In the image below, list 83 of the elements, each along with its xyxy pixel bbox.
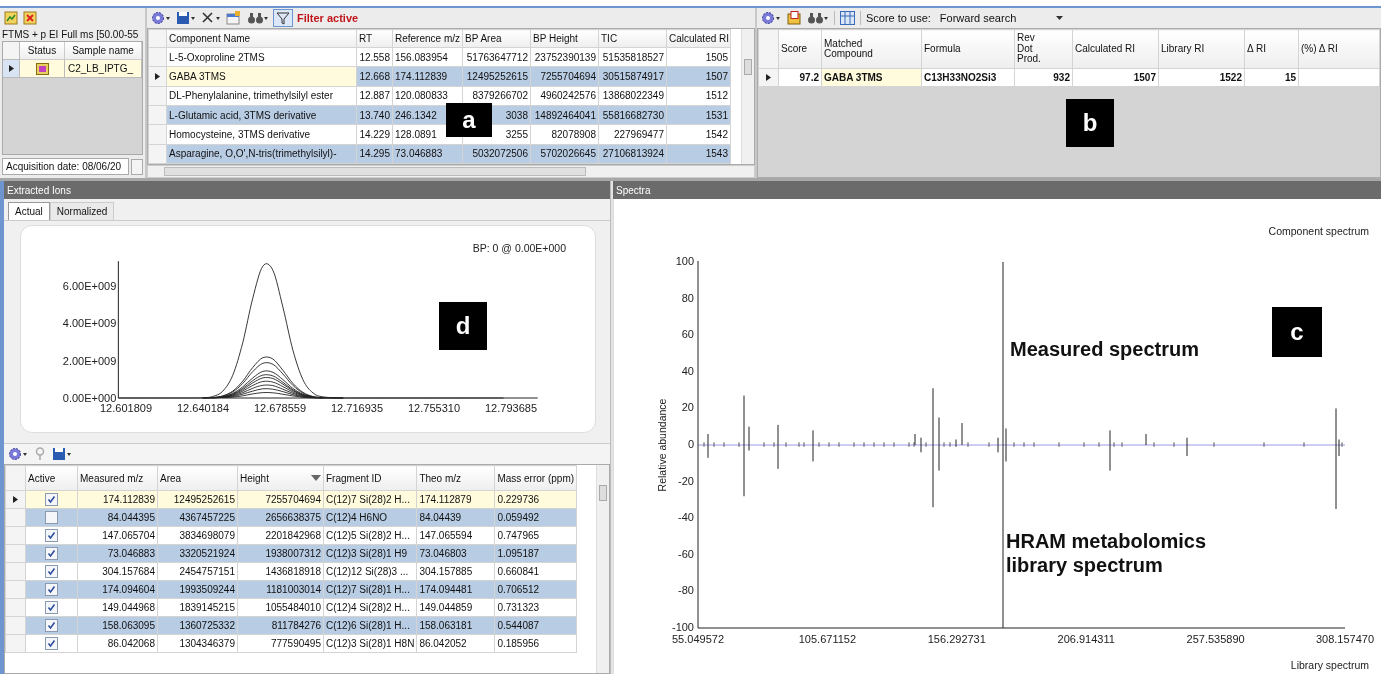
panel-label: c [1272, 307, 1322, 357]
base-peak-label: BP: 0 @ 0.00E+000 [472, 242, 566, 254]
panel-title: Spectra [613, 181, 1381, 199]
table-cell: 12.558 [356, 47, 393, 67]
table-cell: 51535818527 [598, 47, 667, 67]
axis-tick-label: -100 [671, 621, 694, 633]
axis-tick-label: 257.535890 [1186, 633, 1245, 645]
table-cell: DL-Phenylalanine, trimethylsilyl ester [166, 86, 357, 106]
table-cell: 777590495 [237, 634, 324, 653]
table-cell: 2454757151 [157, 562, 238, 581]
table-cell: 304.157885 [416, 562, 495, 581]
axis-tick-label: -60 [678, 547, 694, 560]
axis-tick-label: 12.640184 [177, 402, 229, 414]
table-cell: 1839145215 [157, 598, 238, 617]
table-cell: 14.229 [356, 124, 393, 145]
axis-tick-label: 100 [675, 255, 694, 267]
score-label: Score to use: [866, 12, 931, 24]
axis-tick-label: 0 [687, 438, 694, 450]
table-cell: 3834698079 [157, 526, 238, 545]
axis-tick-label: 6.00E+009 [62, 279, 117, 292]
scan-filter-label: FTMS + p EI Full ms [50.00-55 [1, 28, 140, 41]
table-cell: 86.042068 [77, 634, 158, 653]
axis-tick-label: 55.049572 [672, 633, 724, 645]
filter-status-label: Filter active [297, 12, 359, 24]
axis-tick-label: 156.292731 [927, 633, 986, 645]
table-cell: C(12)5 Si(28)2 H... [323, 526, 417, 545]
table-cell: 4960242576 [530, 86, 599, 106]
axis-tick-label: 60 [681, 328, 694, 341]
chart-caption: Library spectrum [1290, 659, 1369, 671]
panel-title: Extracted Ions [4, 181, 610, 199]
axis-tick-label: 2.00E+009 [62, 354, 117, 367]
table-cell: 1436818918 [237, 562, 324, 581]
axis-tick-label: 12.601809 [100, 402, 152, 414]
table-cell: 1304346379 [157, 634, 238, 653]
table-cell: 1542 [666, 124, 731, 145]
table-cell: 227969477 [598, 124, 667, 145]
panel-label: b [1066, 99, 1114, 147]
table-cell: 0.660841 [494, 562, 577, 581]
axis-tick-label: 105.671152 [798, 633, 857, 645]
table-cell: 0.731323 [494, 598, 577, 617]
axis-tick-label: 12.716935 [331, 402, 383, 414]
axis-tick-label: -40 [678, 511, 694, 524]
annotation-label: HRAM metabolomics library spectrum [1006, 529, 1208, 577]
axis-tick-label: 12.755310 [408, 402, 460, 414]
table-cell: 1055484010 [237, 598, 324, 617]
axis-tick-label: 308.157470 [1315, 633, 1375, 645]
table-cell: 2201842968 [237, 526, 324, 545]
table-cell: L-5-Oxoproline 2TMS [166, 47, 357, 67]
table-cell: Homocysteine, 3TMS derivative [166, 124, 357, 145]
table-cell: 23752390139 [530, 47, 599, 67]
table-cell: C(12)4 Si(28)2 H... [323, 598, 417, 617]
table-cell: 13868022349 [598, 86, 667, 106]
table-cell: 149.044859 [416, 598, 495, 617]
table-cell: C(12)3 Si(28)1 H8N [323, 634, 417, 653]
axis-title: Relative abundance [656, 398, 668, 492]
panel-label: a [446, 103, 492, 137]
annotation-label: Measured spectrum [1010, 337, 1199, 361]
chart-caption: Component spectrum [1268, 225, 1369, 237]
axis-tick-label: 20 [681, 401, 694, 414]
panel-label: d [439, 302, 487, 350]
table-cell: 12.887 [356, 86, 393, 106]
table-cell: 1505 [666, 47, 731, 67]
table-cell: 82078908 [530, 124, 599, 145]
axis-tick-label: 4.00E+009 [62, 317, 117, 329]
table-cell: C(12)12 Si(28)3 ... [323, 562, 417, 581]
table-cell: 0.747965 [494, 526, 577, 545]
axis-tick-label: -20 [678, 474, 694, 487]
table-cell: 147.065594 [416, 526, 495, 545]
axis-tick-label: 12.793685 [485, 402, 537, 414]
table-cell: 1512 [666, 86, 731, 106]
table-cell: 86.042052 [416, 634, 495, 653]
table-cell: 149.044968 [77, 598, 158, 617]
axis-tick-label: 12.678559 [254, 402, 306, 414]
axis-tick-label: 0.00E+000 [62, 392, 117, 404]
table-cell: 304.157684 [77, 562, 158, 581]
table-cell: 156.083954 [392, 47, 463, 67]
axis-tick-label: -80 [678, 584, 694, 597]
axis-tick-label: 40 [681, 364, 694, 377]
table-cell: 0.185956 [494, 634, 577, 653]
axis-tick-label: 80 [681, 291, 694, 304]
table-cell: 51763647712 [462, 47, 531, 67]
axis-tick-label: 206.914311 [1057, 633, 1115, 645]
table-cell: 147.065704 [77, 526, 158, 545]
